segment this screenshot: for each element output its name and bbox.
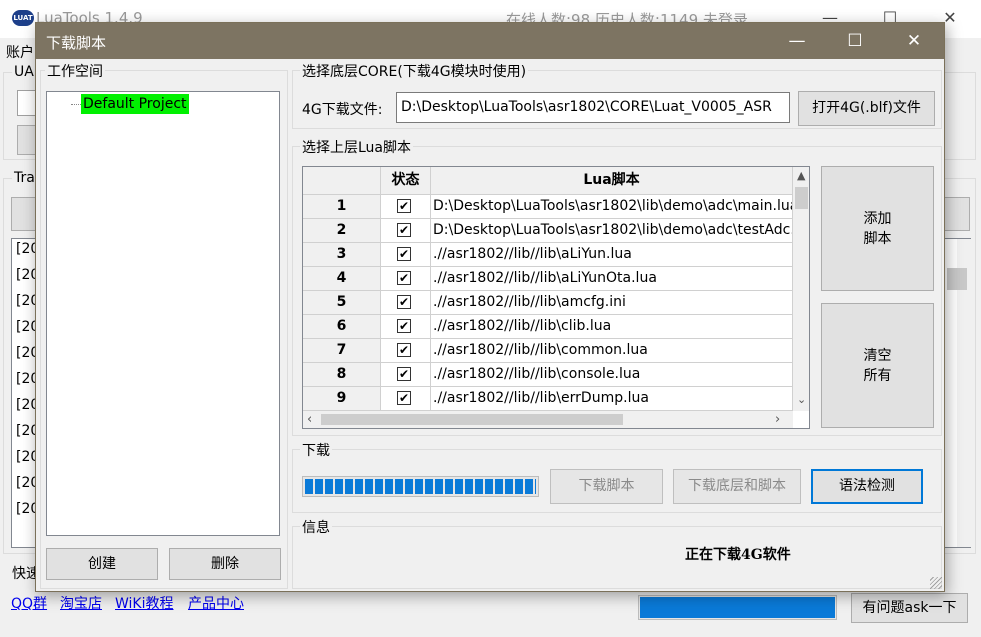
dialog-close-icon[interactable]: ✕ xyxy=(891,23,937,59)
info-label: 信息 xyxy=(300,517,332,537)
row-number: 3 xyxy=(303,243,381,267)
tree-node-default-project[interactable]: Default Project xyxy=(81,94,189,114)
syntax-check-button[interactable]: 语法检测 xyxy=(811,469,923,504)
row-script-path[interactable]: .//asr1802//lib//lib\errDump.lua xyxy=(431,387,793,411)
status-checkbox[interactable]: ✔ xyxy=(397,391,411,405)
scroll-up-icon[interactable]: ▲ xyxy=(797,169,805,182)
row-number: 7 xyxy=(303,339,381,363)
scroll-right-icon[interactable]: › xyxy=(775,412,780,427)
status-checkbox[interactable]: ✔ xyxy=(397,367,411,381)
script-table[interactable]: 状态 Lua脚本 1 ✔ D:\Desktop\LuaTools\asr1802\l… xyxy=(302,166,810,429)
menu-account[interactable]: 账户 xyxy=(6,42,34,62)
row-status-cell: ✔ xyxy=(381,267,431,291)
status-checkbox[interactable]: ✔ xyxy=(397,223,411,237)
add-script-button[interactable]: 添加 脚本 xyxy=(821,166,934,291)
workspace-tree[interactable]: Default Project xyxy=(46,91,280,536)
info-group xyxy=(292,526,942,589)
download-progress-bar xyxy=(302,476,539,497)
download-progress-fill xyxy=(305,479,536,494)
row-status-cell: ✔ xyxy=(381,387,431,411)
tree-connector xyxy=(71,104,81,105)
download-core-and-script-button[interactable]: 下载底层和脚本 xyxy=(673,469,801,504)
workspace-label: 工作空间 xyxy=(45,61,105,81)
log-scroll-thumb[interactable] xyxy=(947,268,967,290)
core-file-input[interactable]: D:\Desktop\LuaTools\asr1802\CORE\Luat_V0… xyxy=(396,92,790,123)
dialog-minimize-icon[interactable]: — xyxy=(774,23,820,59)
link-wiki[interactable]: WiKi教程 xyxy=(115,593,174,613)
ua-group-label: UA xyxy=(12,64,36,80)
resize-grip-icon[interactable] xyxy=(930,577,942,589)
status-checkbox[interactable]: ✔ xyxy=(397,199,411,213)
dialog-maximize-icon[interactable]: ☐ xyxy=(832,23,878,59)
row-status-cell: ✔ xyxy=(381,291,431,315)
row-number: 5 xyxy=(303,291,381,315)
core-file-label: 4G下载文件: xyxy=(302,102,383,118)
row-status-cell: ✔ xyxy=(381,363,431,387)
scripts-label: 选择上层Lua脚本 xyxy=(300,137,414,157)
clear-all-button[interactable]: 清空 所有 xyxy=(821,303,934,428)
row-script-path[interactable]: D:\Desktop\LuaTools\asr1802\lib\demo\adc… xyxy=(431,219,793,243)
row-script-path[interactable]: .//asr1802//lib//lib\aLiYunOta.lua xyxy=(431,267,793,291)
row-script-path[interactable]: D:\Desktop\LuaTools\asr1802\lib\demo\adc… xyxy=(431,195,793,219)
clear-all-line1: 清空 xyxy=(863,348,892,364)
row-number: 8 xyxy=(303,363,381,387)
row-number: 6 xyxy=(303,315,381,339)
trace-group-label: Tra xyxy=(12,170,37,186)
download-dialog: 下载脚本 — ☐ ✕ 工作空间 Default Project 创建 删除 选择… xyxy=(35,22,945,592)
scroll-left-icon[interactable]: ‹ xyxy=(307,412,312,427)
col-status-header[interactable]: 状态 xyxy=(381,167,431,195)
status-checkbox[interactable]: ✔ xyxy=(397,247,411,261)
ask-button[interactable]: 有问题ask一下 xyxy=(851,593,968,623)
row-number: 9 xyxy=(303,387,381,411)
app-logo-icon: LUAT xyxy=(12,10,34,26)
download-script-button[interactable]: 下载脚本 xyxy=(550,469,663,504)
status-checkbox[interactable]: ✔ xyxy=(397,271,411,285)
row-script-path[interactable]: .//asr1802//lib//lib\aLiYun.lua xyxy=(431,243,793,267)
add-script-line2: 脚本 xyxy=(863,231,892,247)
download-label: 下载 xyxy=(300,440,332,460)
main-progress-fill xyxy=(640,597,835,618)
table-corner-header xyxy=(303,167,381,195)
row-status-cell: ✔ xyxy=(381,339,431,363)
core-label: 选择底层CORE(下载4G模块时使用) xyxy=(300,61,529,81)
info-message: 正在下载4G软件 xyxy=(685,547,791,563)
add-script-line1: 添加 xyxy=(863,211,892,227)
row-status-cell: ✔ xyxy=(381,315,431,339)
row-status-cell: ✔ xyxy=(381,195,431,219)
dialog-title: 下载脚本 xyxy=(46,34,107,52)
row-number: 1 xyxy=(303,195,381,219)
horizontal-scroll-thumb[interactable] xyxy=(321,414,623,425)
status-checkbox[interactable]: ✔ xyxy=(397,319,411,333)
status-checkbox[interactable]: ✔ xyxy=(397,343,411,357)
table-horizontal-scrollbar[interactable]: ‹ › xyxy=(303,411,793,428)
row-script-path[interactable]: .//asr1802//lib//lib\clib.lua xyxy=(431,315,793,339)
open-blf-button[interactable]: 打开4G(.blf)文件 xyxy=(798,91,935,126)
create-button[interactable]: 创建 xyxy=(46,548,158,580)
vertical-scroll-thumb[interactable] xyxy=(795,187,808,209)
row-number: 4 xyxy=(303,267,381,291)
row-script-path[interactable]: .//asr1802//lib//lib\common.lua xyxy=(431,339,793,363)
table-vertical-scrollbar[interactable]: ▲ ⌄ xyxy=(793,167,809,411)
main-progress-bar xyxy=(638,595,837,620)
clear-all-line2: 所有 xyxy=(863,368,892,384)
status-checkbox[interactable]: ✔ xyxy=(397,295,411,309)
link-qq-group[interactable]: QQ群 xyxy=(11,593,47,613)
row-status-cell: ✔ xyxy=(381,219,431,243)
link-taobao[interactable]: 淘宝店 xyxy=(60,593,102,613)
delete-button[interactable]: 删除 xyxy=(169,548,281,580)
row-status-cell: ✔ xyxy=(381,243,431,267)
link-products[interactable]: 产品中心 xyxy=(188,593,244,613)
row-script-path[interactable]: .//asr1802//lib//lib\amcfg.ini xyxy=(431,291,793,315)
scroll-down-icon[interactable]: ⌄ xyxy=(797,393,806,406)
row-script-path[interactable]: .//asr1802//lib//lib\console.lua xyxy=(431,363,793,387)
dialog-titlebar[interactable]: 下载脚本 — ☐ ✕ xyxy=(36,23,944,59)
row-number: 2 xyxy=(303,219,381,243)
col-script-header[interactable]: Lua脚本 xyxy=(431,167,793,195)
